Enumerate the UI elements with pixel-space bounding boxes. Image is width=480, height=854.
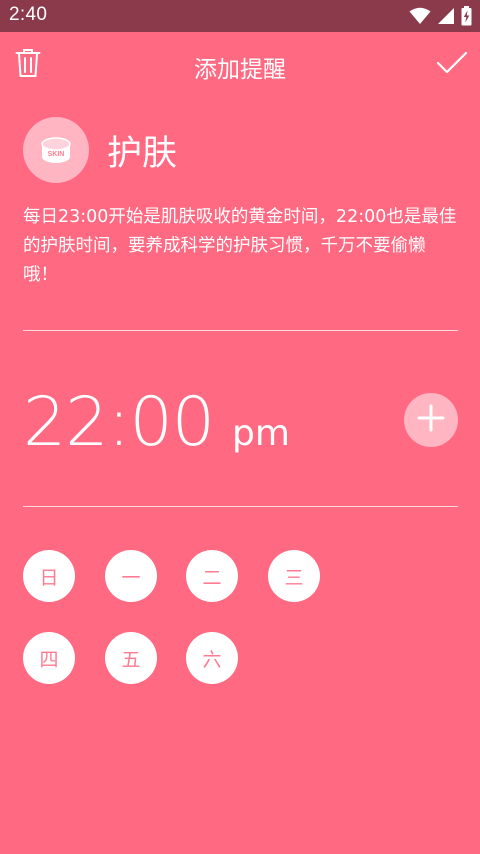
wifi-icon bbox=[409, 7, 431, 29]
day-tuesday-button[interactable]: 二 bbox=[186, 550, 238, 602]
day-wednesday-button[interactable]: 三 bbox=[268, 550, 320, 602]
skin-label: SKIN bbox=[48, 151, 65, 158]
time-period: pm bbox=[231, 413, 290, 454]
status-bar: 2:40 bbox=[0, 0, 480, 32]
reminder-header: SKIN 护肤 bbox=[23, 117, 177, 183]
time-display[interactable]: 22:00 pm bbox=[23, 383, 290, 462]
cellular-signal-icon bbox=[437, 7, 455, 29]
time-value[interactable]: 22:00 bbox=[23, 383, 215, 462]
reminder-description: 每日23:00开始是肌肤吸收的黄金时间，22:00也是最佳的护肤时间，要养成科学… bbox=[23, 207, 457, 285]
toolbar: 添加提醒 bbox=[0, 32, 480, 98]
skin-category-icon: SKIN bbox=[23, 117, 89, 183]
status-icons bbox=[409, 6, 472, 30]
day-saturday-button[interactable]: 六 bbox=[186, 632, 238, 684]
divider bbox=[23, 506, 458, 507]
page-title: 添加提醒 bbox=[194, 57, 286, 83]
add-time-button[interactable] bbox=[404, 393, 458, 447]
day-monday-button[interactable]: 一 bbox=[105, 550, 157, 602]
status-time: 2:40 bbox=[9, 4, 48, 25]
plus-icon bbox=[417, 404, 445, 436]
divider bbox=[23, 330, 458, 331]
day-sunday-button[interactable]: 日 bbox=[23, 550, 75, 602]
confirm-button[interactable] bbox=[432, 46, 472, 84]
day-friday-button[interactable]: 五 bbox=[105, 632, 157, 684]
check-icon bbox=[436, 51, 468, 79]
battery-charging-icon bbox=[461, 6, 472, 30]
day-thursday-button[interactable]: 四 bbox=[23, 632, 75, 684]
category-title: 护肤 bbox=[107, 133, 178, 174]
